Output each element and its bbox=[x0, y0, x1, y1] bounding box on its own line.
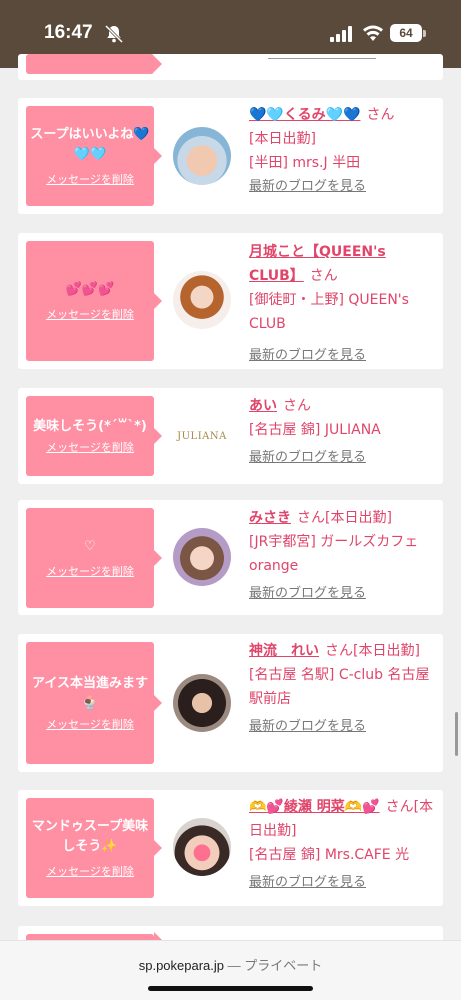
honorific: さん bbox=[366, 107, 395, 123]
message-bubble: スープはいいよね💙🩵🩵 メッセージを削除 bbox=[26, 106, 162, 206]
message-text: ♡ bbox=[84, 539, 96, 554]
message-bubble bbox=[26, 54, 162, 74]
list-item: ♡ メッセージを削除 みさき さん[本日出勤] [JR宇都宮] ガールズカフェ o… bbox=[18, 500, 443, 615]
clock: 16:47 bbox=[44, 22, 93, 43]
profile-info: 💙🩵くるみ🩵💙 さん [本日出勤] [半田] mrs.J 半田 最新のブログを見る bbox=[249, 103, 437, 199]
latest-blog-link[interactable]: 最新のブログを見る bbox=[249, 446, 437, 470]
list-item: 美味しそう(*´꒳`*) メッセージを削除 JULIANA あい さん [名古屋 … bbox=[18, 388, 443, 484]
profile-info: 🫶💕綾瀬 明菜🫶💕 さん[本日出勤] [名古屋 錦] Mrs.CAFE 光 最新の… bbox=[249, 795, 437, 895]
private-mode-label: — プライベート bbox=[227, 958, 323, 973]
work-status: [本日出勤] bbox=[249, 131, 316, 147]
list-item: マンドゥスープ美味しそう✨ メッセージを削除 🫶💕綾瀬 明菜🫶💕 さん[本日出勤]… bbox=[18, 790, 443, 906]
bell-slash-icon bbox=[104, 24, 124, 44]
avatar[interactable] bbox=[173, 674, 231, 732]
profile-name-link[interactable]: みさき bbox=[249, 510, 291, 526]
latest-blog-link[interactable]: 最新のブログを見る bbox=[249, 344, 437, 368]
message-bubble: 美味しそう(*´꒳`*) メッセージを削除 bbox=[26, 396, 162, 476]
shop-logo[interactable]: JULIANA bbox=[173, 407, 231, 465]
profile-name-link[interactable]: 神流 れい bbox=[249, 643, 319, 659]
message-text: 💕💕💕 bbox=[65, 282, 115, 297]
profile-name-link[interactable]: 🫶💕綾瀬 明菜🫶💕 bbox=[249, 799, 380, 815]
honorific: さん[本日出勤] bbox=[297, 510, 392, 526]
profile-name-link[interactable]: 💙🩵くるみ🩵💙 bbox=[249, 107, 360, 123]
list-item-partial bbox=[18, 54, 443, 80]
battery-tip bbox=[423, 30, 426, 37]
delete-message-link[interactable]: メッセージを削除 bbox=[46, 306, 134, 322]
profile-info: みさき さん[本日出勤] [JR宇都宮] ガールズカフェ orange 最新のブロ… bbox=[249, 506, 437, 606]
list-item: アイス本当進みます🍨 メッセージを削除 神流 れい さん[本日出勤] [名古屋 名… bbox=[18, 634, 443, 772]
avatar[interactable] bbox=[173, 818, 231, 876]
message-bubble: ♡ メッセージを削除 bbox=[26, 508, 162, 608]
message-bubble: マンドゥスープ美味しそう✨ メッセージを削除 bbox=[26, 798, 162, 898]
shop-name: [半田] mrs.J 半田 bbox=[249, 155, 361, 171]
shop-name: [名古屋 錦] JULIANA bbox=[249, 422, 381, 438]
message-text: 美味しそう(*´꒳`*) bbox=[33, 419, 147, 434]
url-text: sp.pokepara.jp bbox=[138, 958, 225, 973]
cellular-signal-icon bbox=[330, 26, 352, 42]
latest-blog-link[interactable]: 最新のブログを見る bbox=[249, 175, 437, 199]
blog-link-underline bbox=[268, 58, 376, 59]
message-text: マンドゥスープ美味しそう✨ bbox=[31, 819, 149, 854]
list-item: 💕💕💕 メッセージを削除 月城こと【QUEEN's CLUB】 さん [御徒町・上… bbox=[18, 233, 443, 369]
avatar[interactable] bbox=[173, 127, 231, 185]
message-bubble: 💕💕💕 メッセージを削除 bbox=[26, 241, 162, 361]
profile-name-link[interactable]: あい bbox=[249, 398, 277, 414]
address-display[interactable]: sp.pokepara.jp — プライベート bbox=[0, 955, 461, 974]
delete-message-link[interactable]: メッセージを削除 bbox=[46, 563, 134, 579]
home-indicator[interactable] bbox=[148, 986, 313, 991]
shop-name: [JR宇都宮] ガールズカフェ orange bbox=[249, 534, 419, 574]
battery-icon: 64 bbox=[390, 24, 422, 42]
honorific: さん bbox=[309, 268, 338, 284]
honorific: さん[本日出勤] bbox=[325, 643, 420, 659]
delete-message-link[interactable]: メッセージを削除 bbox=[46, 716, 134, 732]
list-item: スープはいいよね💙🩵🩵 メッセージを削除 💙🩵くるみ🩵💙 さん [本日出勤] [半… bbox=[18, 98, 443, 214]
message-text: アイス本当進みます🍨 bbox=[32, 676, 148, 711]
delete-message-link[interactable]: メッセージを削除 bbox=[46, 863, 134, 879]
scrollbar-thumb[interactable] bbox=[455, 712, 458, 756]
avatar[interactable] bbox=[173, 271, 231, 329]
profile-info: あい さん [名古屋 錦] JULIANA 最新のブログを見る bbox=[249, 394, 437, 470]
shop-name: [名古屋 錦] Mrs.CAFE 光 bbox=[249, 847, 410, 863]
delete-message-link[interactable]: メッセージを削除 bbox=[46, 439, 134, 455]
avatar[interactable] bbox=[173, 528, 231, 586]
browser-address-bar[interactable]: sp.pokepara.jp — プライベート bbox=[0, 940, 461, 1000]
shop-name: [御徒町・上野] QUEEN's CLUB bbox=[249, 292, 409, 332]
wifi-icon bbox=[363, 25, 383, 41]
latest-blog-link[interactable]: 最新のブログを見る bbox=[249, 582, 437, 606]
latest-blog-link[interactable]: 最新のブログを見る bbox=[249, 871, 437, 895]
latest-blog-link[interactable]: 最新のブログを見る bbox=[249, 715, 437, 739]
message-text: スープはいいよね💙🩵🩵 bbox=[30, 127, 150, 162]
shop-name: [名古屋 名駅] C-club 名古屋駅前店 bbox=[249, 667, 430, 707]
profile-info: 神流 れい さん[本日出勤] [名古屋 名駅] C-club 名古屋駅前店 最新の… bbox=[249, 639, 437, 739]
message-bubble: アイス本当進みます🍨 メッセージを削除 bbox=[26, 642, 162, 764]
profile-info: 月城こと【QUEEN's CLUB】 さん [御徒町・上野] QUEEN's CL… bbox=[249, 240, 437, 368]
delete-message-link[interactable]: メッセージを削除 bbox=[46, 171, 134, 187]
honorific: さん bbox=[283, 398, 311, 414]
